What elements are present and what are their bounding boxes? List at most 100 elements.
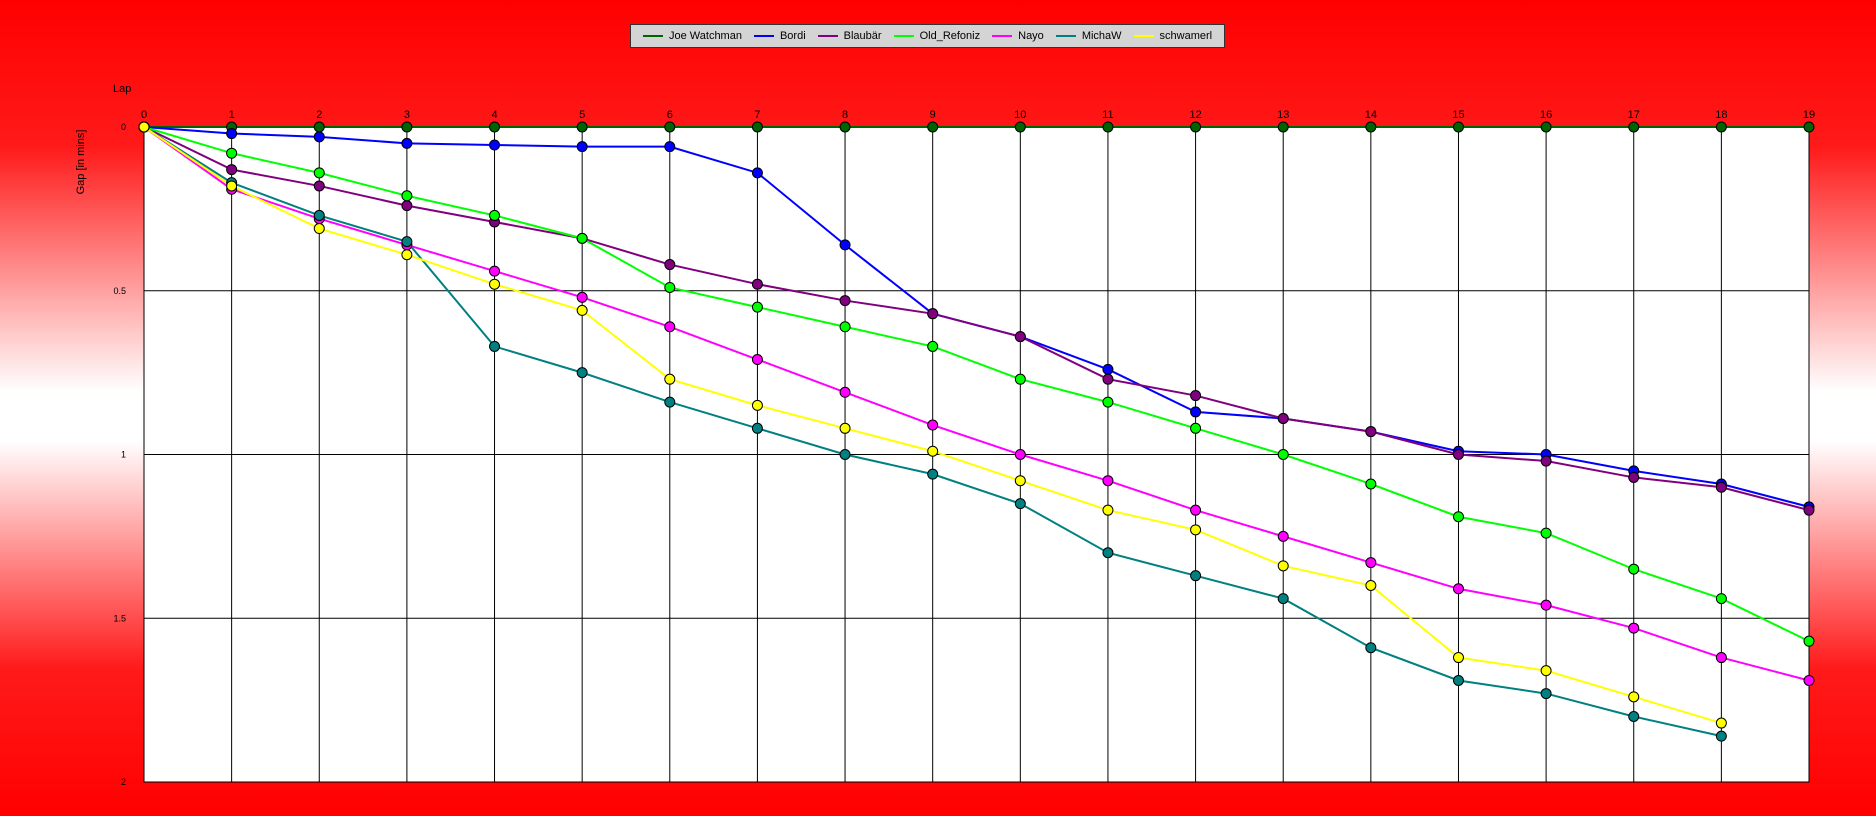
legend-label: Blaubär [843, 30, 882, 42]
data-point [1190, 524, 1202, 536]
data-point [1365, 642, 1377, 654]
legend-item: Old_Refoniz [893, 30, 981, 42]
data-point [1365, 580, 1377, 591]
data-point [1102, 396, 1114, 408]
data-point [1277, 560, 1289, 572]
data-point [1803, 674, 1815, 686]
data-point [313, 223, 325, 235]
data-point [1452, 121, 1464, 133]
x-tick-label: 8 [842, 109, 848, 121]
x-tick-label: 16 [1540, 109, 1552, 121]
data-point [313, 180, 325, 192]
data-point [1190, 121, 1202, 133]
x-tick-label: 13 [1277, 109, 1289, 121]
data-point [489, 278, 501, 290]
legend-label: Old_Refoniz [919, 30, 981, 42]
x-tick-label: 3 [404, 109, 410, 121]
y-tick-labels: 0 0.5 1 1.5 2 [113, 122, 126, 787]
data-point [1452, 511, 1464, 523]
x-tick-label: 17 [1628, 109, 1640, 121]
data-point [226, 128, 238, 140]
data-point [839, 321, 851, 333]
x-tick-label: 19 [1803, 109, 1815, 121]
data-point [664, 396, 676, 408]
data-point [1014, 449, 1026, 460]
data-point [1540, 688, 1552, 700]
data-point [751, 301, 763, 313]
data-point [1715, 121, 1727, 133]
data-point [576, 291, 588, 303]
x-tick-label: 11 [1102, 109, 1113, 121]
data-point [576, 232, 588, 244]
data-point [664, 121, 676, 133]
legend-swatch [893, 35, 914, 37]
x-tick-label: 15 [1452, 109, 1464, 121]
data-point [1190, 422, 1202, 434]
x-tick-label: 14 [1365, 109, 1377, 121]
data-point [401, 249, 413, 261]
legend-item: Blaubär [817, 30, 882, 42]
data-point [1628, 711, 1640, 722]
data-point [489, 139, 501, 151]
data-point [1715, 593, 1727, 605]
data-point [1540, 121, 1552, 133]
data-point [1277, 121, 1289, 133]
y-tick-label: 1.5 [113, 613, 126, 623]
data-point [1277, 593, 1289, 605]
legend-label: MichaW [1081, 30, 1122, 42]
data-point [226, 164, 238, 176]
legend-swatch [817, 35, 838, 37]
data-point [1277, 530, 1289, 542]
data-point [226, 147, 238, 159]
legend-item: schwamerl [1133, 30, 1212, 42]
data-point [1102, 547, 1114, 559]
data-point [1803, 121, 1815, 133]
x-tick-label: 1 [229, 109, 235, 121]
data-point [1628, 471, 1640, 483]
x-tick-label: 5 [579, 109, 585, 121]
legend-label: Bordi [779, 30, 806, 42]
legend-swatch [992, 35, 1013, 37]
data-point [927, 308, 939, 320]
data-point [1715, 652, 1727, 664]
data-point [401, 121, 413, 133]
data-point [664, 259, 676, 271]
data-point [1365, 478, 1377, 490]
x-tick-label: 0 [141, 109, 147, 121]
legend-swatch [643, 35, 663, 37]
data-point [226, 180, 238, 192]
data-point [1803, 504, 1815, 516]
data-point [1014, 331, 1026, 343]
data-point [489, 340, 501, 352]
data-point [576, 141, 588, 153]
data-point [751, 399, 763, 411]
data-point [1365, 121, 1377, 133]
data-point [839, 121, 851, 133]
data-point [1715, 717, 1727, 729]
data-point [927, 340, 939, 352]
data-point [927, 121, 939, 133]
x-tick-label: 12 [1189, 109, 1201, 121]
data-point [751, 278, 763, 290]
legend-item: Joe Watchman [643, 30, 742, 42]
data-point [313, 209, 325, 221]
data-point [313, 121, 325, 133]
data-point [751, 422, 763, 434]
x-tick-label: 2 [316, 109, 322, 121]
legend-label: Joe Watchman [669, 30, 742, 42]
data-point [1190, 390, 1202, 402]
data-point [401, 236, 413, 248]
x-axis-title: Lap [113, 83, 131, 95]
data-point [1452, 583, 1464, 595]
data-point [927, 468, 939, 480]
data-point [839, 295, 851, 307]
data-point [1365, 557, 1377, 569]
y-tick-label: 2 [121, 777, 126, 787]
data-point [1190, 406, 1202, 418]
data-point [751, 354, 763, 366]
data-point [489, 209, 501, 221]
data-point [1715, 481, 1727, 493]
legend-swatch [1055, 35, 1076, 37]
data-point [1102, 373, 1114, 385]
data-point [927, 445, 939, 457]
